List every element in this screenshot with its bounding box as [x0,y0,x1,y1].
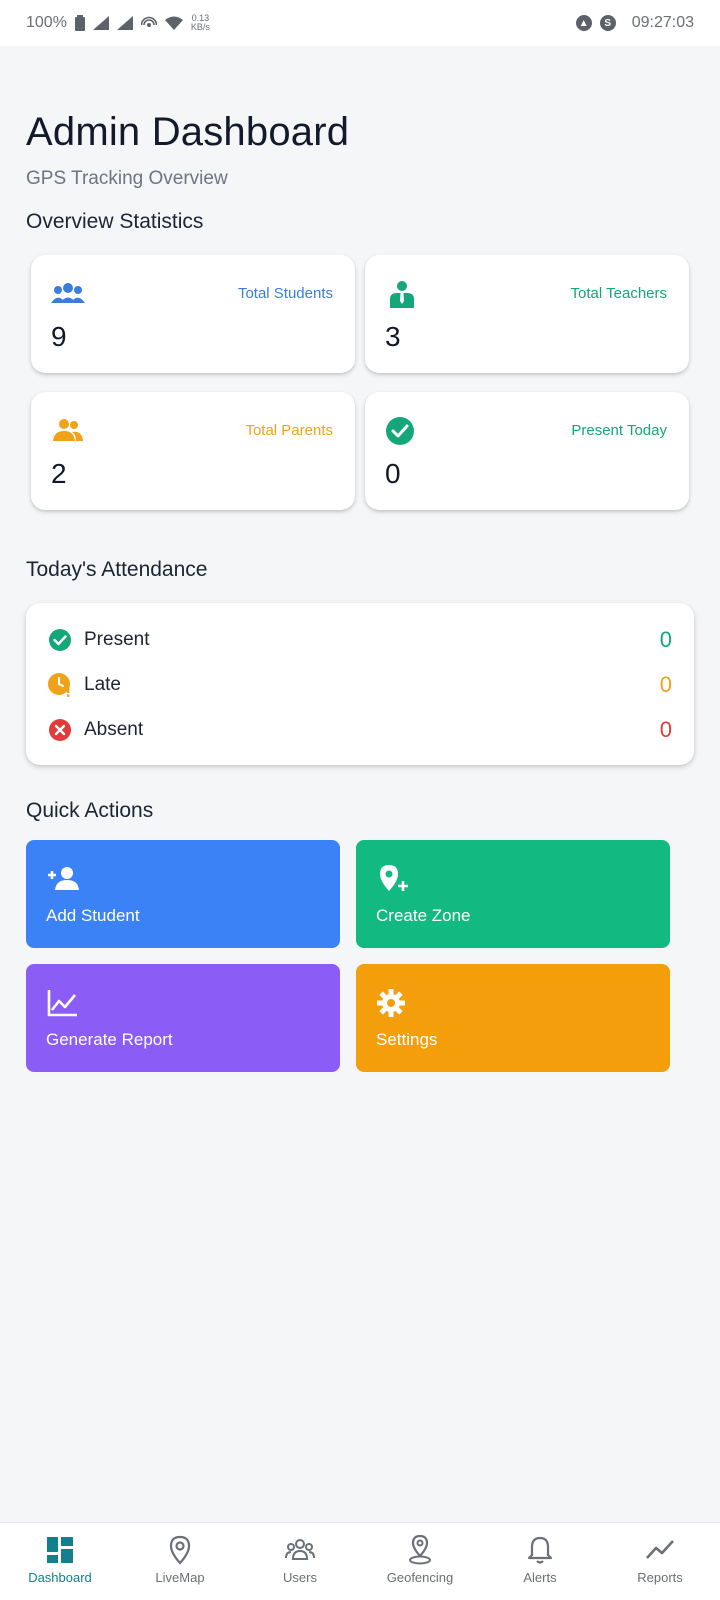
nav-item-geofencing[interactable]: Geofencing [360,1523,480,1600]
geofence-icon [409,1535,431,1565]
clock: 09:27:03 [631,14,694,31]
stat-card-present-today[interactable]: Present Today 0 [365,392,689,510]
hotspot-icon [140,16,157,27]
add-person-icon [48,867,79,890]
attendance-card: Present 0 Late 0 Absent 0 [26,603,694,765]
attendance-section-title: Today's Attendance [26,558,208,581]
attendance-row-absent: Absent 0 [48,710,672,750]
people-group-icon [51,283,85,303]
chart-line-icon [47,990,77,1017]
bell-icon [527,1536,553,1564]
nav-label: LiveMap [155,1570,205,1585]
settings-button[interactable]: Settings [356,964,670,1072]
attendance-label: Present [84,629,150,650]
add-student-button[interactable]: Add Student [26,840,340,948]
stat-card-total-teachers[interactable]: Total Teachers 3 [365,255,689,373]
stat-label: Present Today [571,422,667,439]
check-circle-icon [386,417,414,445]
stat-label: Total Parents [245,422,333,439]
signal-icon-2 [116,16,133,30]
overview-section-title: Overview Statistics [26,210,204,233]
notification-s-icon: S [599,15,616,31]
create-zone-button[interactable]: Create Zone [356,840,670,948]
battery-icon [74,15,85,31]
attendance-value: 0 [659,627,672,652]
gear-icon [377,989,405,1017]
stat-value: 0 [385,458,401,489]
nav-label: Geofencing [386,1570,454,1585]
nav-item-users[interactable]: Users [240,1523,360,1600]
dashboard-icon [47,1537,73,1563]
network-speed: 0.13 KB/s [191,14,210,32]
signal-icon [92,16,109,30]
stat-value: 2 [51,458,67,489]
action-label: Settings [376,1030,438,1049]
add-location-icon [380,865,408,891]
status-bar: 100% 0.13 KB/s ▲ S 09:27:03 [0,0,720,46]
page-subtitle: GPS Tracking Overview [26,168,228,189]
x-circle-icon [49,719,71,741]
attendance-label: Late [84,674,121,695]
attendance-label: Absent [84,719,144,740]
teacher-icon [390,281,414,308]
nav-item-livemap[interactable]: LiveMap [120,1523,240,1600]
notification-a-icon: ▲ [575,15,592,31]
stat-label: Total Students [237,285,333,302]
nav-label: Users [283,1570,317,1585]
battery-percent: 100% [26,14,67,31]
nav-item-dashboard[interactable]: Dashboard [0,1523,120,1600]
nav-label: Alerts [523,1570,557,1585]
stat-value: 9 [51,321,67,352]
stat-card-total-students[interactable]: Total Students 9 [31,255,355,373]
nav-label: Reports [637,1570,683,1585]
bottom-navigation: Dashboard LiveMap Users Geofencing Alert… [0,1522,720,1600]
nav-label: Dashboard [28,1570,92,1585]
quick-actions-section-title: Quick Actions [26,799,154,822]
stat-card-total-parents[interactable]: Total Parents 2 [31,392,355,510]
stat-label: Total Teachers [570,285,667,302]
attendance-row-present: Present 0 [48,620,672,660]
check-circle-icon [49,629,71,651]
network-speed-unit: KB/s [190,22,210,32]
action-label: Create Zone [376,906,471,925]
map-pin-icon [169,1535,191,1565]
stat-value: 3 [385,321,401,352]
wifi-icon [164,16,183,30]
trend-icon [646,1540,674,1559]
action-label: Add Student [46,906,140,925]
page-title: Admin Dashboard [26,110,350,154]
action-label: Generate Report [46,1030,173,1049]
users-icon [285,1539,315,1560]
nav-item-alerts[interactable]: Alerts [480,1523,600,1600]
nav-item-reports[interactable]: Reports [600,1523,720,1600]
attendance-value: 0 [659,717,672,742]
people-icon [53,419,83,441]
generate-report-button[interactable]: Generate Report [26,964,340,1072]
attendance-row-late: Late 0 [48,665,672,705]
attendance-value: 0 [659,672,672,697]
clock-alert-icon [48,673,70,697]
